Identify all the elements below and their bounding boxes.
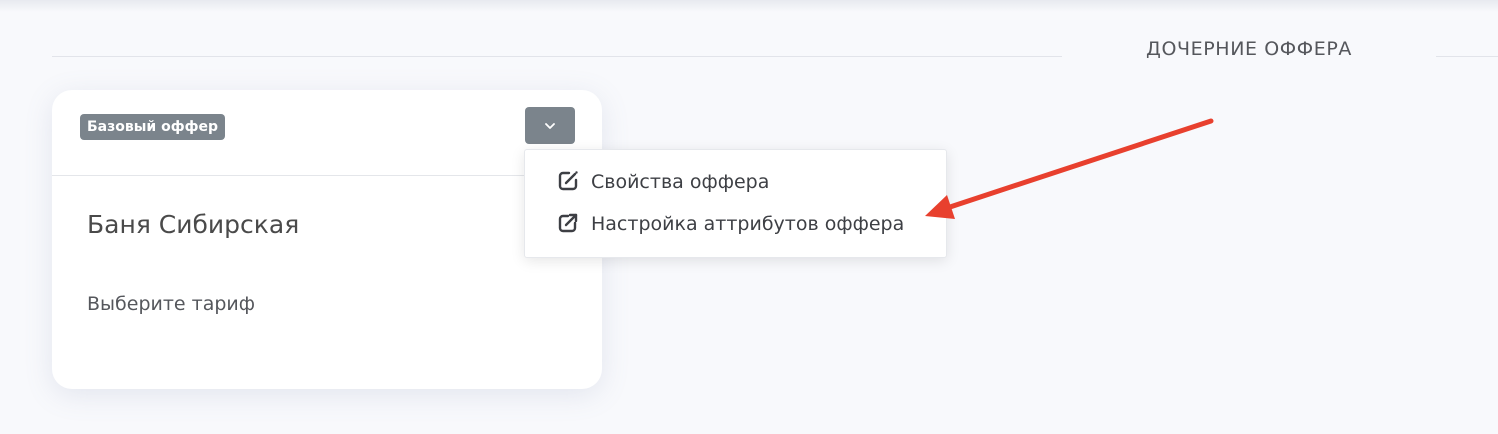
- offer-card: Базовый оффер Баня Сибирская Выберите та…: [52, 90, 602, 389]
- top-shadow: [0, 0, 1498, 12]
- menu-item-attribute-settings[interactable]: Настройка аттрибутов оффера: [525, 205, 946, 245]
- section-divider-right: [1436, 56, 1498, 57]
- menu-item-label: Свойства оффера: [591, 171, 770, 193]
- offer-card-header: Базовый оффер: [52, 90, 602, 176]
- base-offer-badge: Базовый оффер: [80, 114, 225, 140]
- select-tariff-link[interactable]: Выберите тариф: [87, 293, 255, 315]
- menu-item-offer-properties[interactable]: Свойства оффера: [525, 163, 946, 203]
- external-link-icon: [558, 213, 578, 233]
- offer-actions-menu: Свойства оффера Настройка аттрибутов офф…: [524, 149, 947, 258]
- offer-title: Баня Сибирская: [87, 210, 300, 239]
- offer-actions-dropdown-button[interactable]: [525, 107, 575, 144]
- menu-item-label: Настройка аттрибутов оффера: [591, 213, 905, 235]
- edit-icon: [558, 171, 578, 191]
- section-title: ДОЧЕРНИЕ ОФФЕРА: [1146, 38, 1352, 60]
- section-divider-left: [52, 56, 1062, 57]
- chevron-down-icon: [545, 122, 555, 129]
